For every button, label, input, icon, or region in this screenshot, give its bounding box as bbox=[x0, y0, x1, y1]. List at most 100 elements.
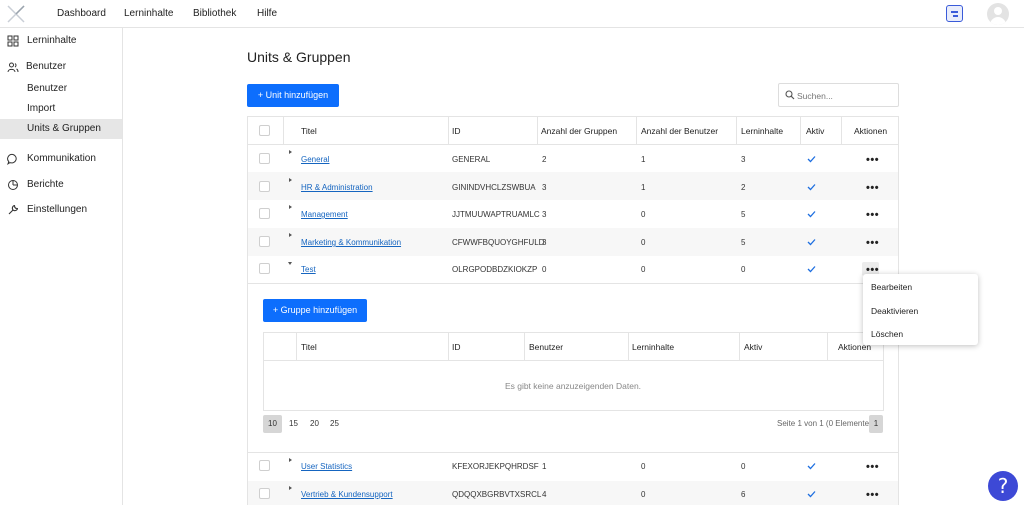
unit-id: QDQQXBGRBVTXSRCL bbox=[452, 490, 542, 499]
nav-dashboard[interactable]: Dashboard bbox=[57, 8, 106, 19]
unit-content: 5 bbox=[741, 210, 746, 219]
check-icon bbox=[807, 156, 816, 163]
actions-dropdown-menu: Bearbeiten Deaktivieren Löschen bbox=[863, 274, 978, 345]
unit-groups: 3 bbox=[542, 238, 547, 247]
more-actions-icon[interactable]: ••• bbox=[866, 265, 879, 276]
subcol-header-lerninhalte[interactable]: Lerninhalte bbox=[632, 342, 674, 352]
expand-caret-icon[interactable] bbox=[289, 458, 292, 462]
help-button[interactable]: ? bbox=[988, 471, 1018, 501]
unit-title-link[interactable]: HR & Administration bbox=[301, 183, 373, 192]
unit-id: JJTMUUWAPTRUAMLC bbox=[452, 210, 540, 219]
user-avatar[interactable] bbox=[987, 3, 1009, 25]
page-size-10[interactable]: 10 bbox=[263, 415, 282, 433]
row-checkbox[interactable] bbox=[259, 488, 270, 499]
more-actions-icon[interactable]: ••• bbox=[866, 210, 879, 221]
unit-content: 0 bbox=[741, 265, 746, 274]
more-actions-icon[interactable]: ••• bbox=[866, 238, 879, 249]
unit-id: CFWWFBQUOYGHFULD bbox=[452, 238, 545, 247]
add-unit-button[interactable]: + Unit hinzufügen bbox=[247, 84, 339, 107]
col-header-aktionen: Aktionen bbox=[854, 126, 888, 136]
chat-bubble-icon bbox=[7, 153, 17, 165]
subcol-header-benutzer[interactable]: Benutzer bbox=[529, 342, 563, 352]
sidebar-item-einstellungen[interactable]: Einstellungen bbox=[0, 200, 122, 220]
nav-bibliothek[interactable]: Bibliothek bbox=[193, 8, 236, 19]
check-icon bbox=[807, 463, 816, 470]
row-checkbox[interactable] bbox=[259, 236, 270, 247]
sidebar-item-kommunikation[interactable]: Kommunikation bbox=[0, 149, 122, 169]
search-input[interactable] bbox=[797, 88, 895, 103]
unit-groups: 3 bbox=[542, 183, 547, 192]
check-icon bbox=[807, 184, 816, 191]
unit-title-link[interactable]: General bbox=[301, 155, 329, 164]
unit-groups: 4 bbox=[542, 490, 547, 499]
col-divider bbox=[736, 116, 737, 144]
unit-title-link[interactable]: Management bbox=[301, 210, 348, 219]
select-all-checkbox[interactable] bbox=[259, 125, 270, 136]
check-icon bbox=[807, 491, 816, 498]
more-actions-icon[interactable]: ••• bbox=[866, 490, 879, 501]
check-icon bbox=[807, 239, 816, 246]
unit-id: GININDVHCLZSWBUA bbox=[452, 183, 536, 192]
sidebar-item-label: Benutzer bbox=[27, 83, 68, 94]
add-group-button[interactable]: + Gruppe hinzufügen bbox=[263, 299, 367, 322]
page-size-25[interactable]: 25 bbox=[327, 415, 342, 433]
expand-caret-icon[interactable] bbox=[289, 233, 292, 237]
expand-caret-icon[interactable] bbox=[289, 150, 292, 154]
col-header-id[interactable]: ID bbox=[452, 126, 461, 136]
col-header-lerninhalte[interactable]: Lerninhalte bbox=[741, 126, 783, 136]
sidebar-item-berichte[interactable]: Berichte bbox=[0, 175, 122, 195]
more-actions-icon[interactable]: ••• bbox=[866, 183, 879, 194]
expand-caret-icon[interactable] bbox=[289, 486, 292, 490]
subtable-border bbox=[263, 332, 264, 411]
sidebar-item-benutzer[interactable]: Benutzer bbox=[0, 57, 122, 77]
nav-lerninhalte[interactable]: Lerninhalte bbox=[124, 8, 173, 19]
expand-caret-icon[interactable] bbox=[289, 205, 292, 209]
menu-item-deaktivieren[interactable]: Deaktivieren bbox=[871, 306, 918, 316]
row-checkbox[interactable] bbox=[259, 181, 270, 192]
row-checkbox[interactable] bbox=[259, 263, 270, 274]
page-button-1[interactable]: 1 bbox=[869, 415, 883, 433]
row-checkbox[interactable] bbox=[259, 208, 270, 219]
more-actions-icon[interactable]: ••• bbox=[866, 462, 879, 473]
more-actions-icon[interactable]: ••• bbox=[866, 155, 879, 166]
col-divider bbox=[524, 332, 525, 360]
subcol-header-id[interactable]: ID bbox=[452, 342, 461, 352]
col-divider bbox=[283, 116, 284, 144]
unit-title-link[interactable]: User Statistics bbox=[301, 462, 352, 471]
menu-item-loeschen[interactable]: Löschen bbox=[871, 329, 903, 339]
collapse-caret-icon[interactable] bbox=[288, 262, 292, 265]
page-title: Units & Gruppen bbox=[247, 49, 351, 65]
col-divider bbox=[296, 332, 297, 360]
col-header-aktiv[interactable]: Aktiv bbox=[806, 126, 824, 136]
sidebar-item-lerninhalte[interactable]: Lerninhalte bbox=[0, 31, 122, 51]
wrench-icon bbox=[8, 204, 19, 215]
sidebar-subitem-benutzer[interactable]: Benutzer bbox=[0, 79, 122, 99]
expand-caret-icon[interactable] bbox=[289, 178, 292, 182]
subcol-header-titel[interactable]: Titel bbox=[301, 342, 317, 352]
unit-content: 2 bbox=[741, 183, 746, 192]
unit-title-link[interactable]: Test bbox=[301, 265, 316, 274]
unit-content: 6 bbox=[741, 490, 746, 499]
page-size-15[interactable]: 15 bbox=[286, 415, 301, 433]
page-size-20[interactable]: 20 bbox=[307, 415, 322, 433]
unit-groups: 0 bbox=[542, 265, 547, 274]
row-checkbox[interactable] bbox=[259, 153, 270, 164]
check-icon bbox=[807, 266, 816, 273]
col-divider bbox=[448, 332, 449, 360]
unit-title-link[interactable]: Marketing & Kommunikation bbox=[301, 238, 401, 247]
view-toggle-button[interactable] bbox=[946, 5, 963, 22]
unit-id: OLRGPODBDZKIOKZP bbox=[452, 265, 538, 274]
subcol-header-aktiv[interactable]: Aktiv bbox=[744, 342, 762, 352]
empty-state-text: Es gibt keine anzuzeigenden Daten. bbox=[504, 381, 642, 391]
col-header-anzahl-benutzer[interactable]: Anzahl der Benutzer bbox=[641, 126, 718, 136]
col-header-titel[interactable]: Titel bbox=[301, 126, 317, 136]
users-icon bbox=[7, 62, 19, 73]
row-checkbox[interactable] bbox=[259, 460, 270, 471]
menu-item-bearbeiten[interactable]: Bearbeiten bbox=[871, 282, 912, 292]
nav-hilfe[interactable]: Hilfe bbox=[257, 8, 277, 19]
sidebar-subitem-import[interactable]: Import bbox=[0, 99, 122, 119]
col-header-anzahl-gruppen[interactable]: Anzahl der Gruppen bbox=[541, 126, 617, 136]
sidebar-subitem-units-gruppen[interactable]: Units & Gruppen bbox=[0, 119, 122, 139]
app-logo-icon[interactable] bbox=[6, 4, 26, 24]
unit-title-link[interactable]: Vertrieb & Kundensupport bbox=[301, 490, 393, 499]
